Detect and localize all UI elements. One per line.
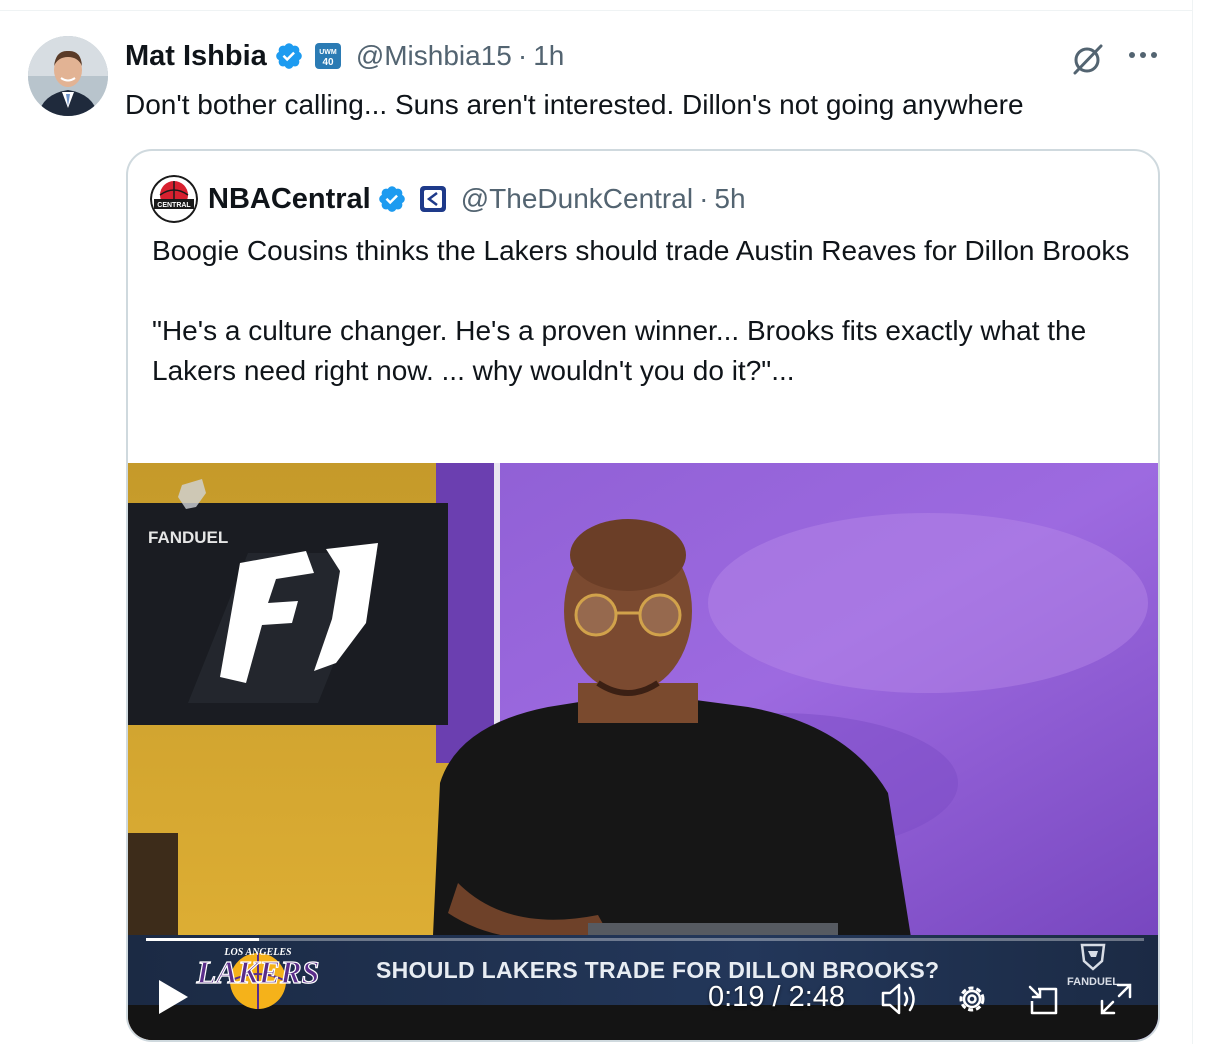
author-name[interactable]: Mat Ishbia	[125, 40, 267, 73]
more-options-icon[interactable]	[1124, 40, 1162, 70]
svg-text:40: 40	[322, 57, 334, 68]
tweet-text: Don't bother calling... Suns aren't inte…	[125, 89, 1024, 120]
avatar-image	[28, 36, 108, 116]
affiliation-badge-icon[interactable]	[419, 185, 447, 213]
quote-text: Boogie Cousins thinks the Lakers should …	[152, 231, 1142, 391]
play-icon[interactable]	[156, 978, 190, 1016]
avatar-label: CENTRAL	[157, 202, 191, 209]
volume-icon[interactable]	[880, 981, 920, 1017]
lakers-logo: LOS ANGELES LAKERS	[195, 947, 320, 1009]
fanduel-wall-text: FANDUEL	[148, 528, 228, 547]
quote-author-name[interactable]: NBACentral	[208, 183, 371, 216]
grok-icon[interactable]	[1068, 40, 1106, 78]
quote-handle[interactable]: @TheDunkCentral	[461, 183, 693, 215]
tweet-timestamp[interactable]: 1h	[533, 40, 564, 72]
quote-header: NBACentral @TheDunkCentral · 5h	[208, 179, 746, 219]
avatar[interactable]	[28, 36, 108, 116]
video-player[interactable]: FANDUEL LOS ANGELES LAKERS SHOULD LAKERS…	[128, 463, 1158, 1040]
separator-dot: ·	[699, 183, 709, 214]
separator-dot: ·	[517, 40, 528, 71]
settings-gear-icon[interactable]	[954, 981, 990, 1017]
picture-in-picture-icon[interactable]	[1026, 983, 1062, 1019]
verified-badge-icon[interactable]	[377, 184, 407, 214]
quote-avatar[interactable]: CENTRAL	[150, 175, 198, 223]
lower-third-text: SHOULD LAKERS TRADE FOR DILLON BROOKS?	[376, 957, 940, 983]
author-handle[interactable]: @Mishbia15	[356, 40, 512, 72]
progress-fill	[146, 938, 259, 941]
quoted-tweet[interactable]: CENTRAL NBACentral @TheDunkCentral · 5h …	[126, 149, 1160, 1042]
time-readout: 0:19 / 2:48	[708, 981, 846, 1013]
progress-bar[interactable]	[146, 938, 1144, 941]
svg-text:UWM: UWM	[319, 49, 337, 56]
top-divider	[0, 10, 1192, 11]
affiliation-badge-icon[interactable]: UWM 40	[314, 42, 342, 70]
timeline-border	[1192, 0, 1193, 1044]
nbacentral-logo-icon: CENTRAL	[150, 175, 198, 223]
fullscreen-icon[interactable]	[1098, 981, 1134, 1017]
quote-text-line1: Boogie Cousins thinks the Lakers should …	[152, 235, 1130, 266]
verified-badge-icon[interactable]	[274, 41, 304, 71]
tweet-header: Mat Ishbia UWM 40 @Mishbia15 · 1h	[125, 38, 564, 74]
quote-text-line2: "He's a culture changer. He's a proven w…	[152, 315, 1087, 386]
quote-timestamp[interactable]: 5h	[714, 183, 745, 215]
lakers-logo-text: LAKERS	[196, 954, 320, 990]
